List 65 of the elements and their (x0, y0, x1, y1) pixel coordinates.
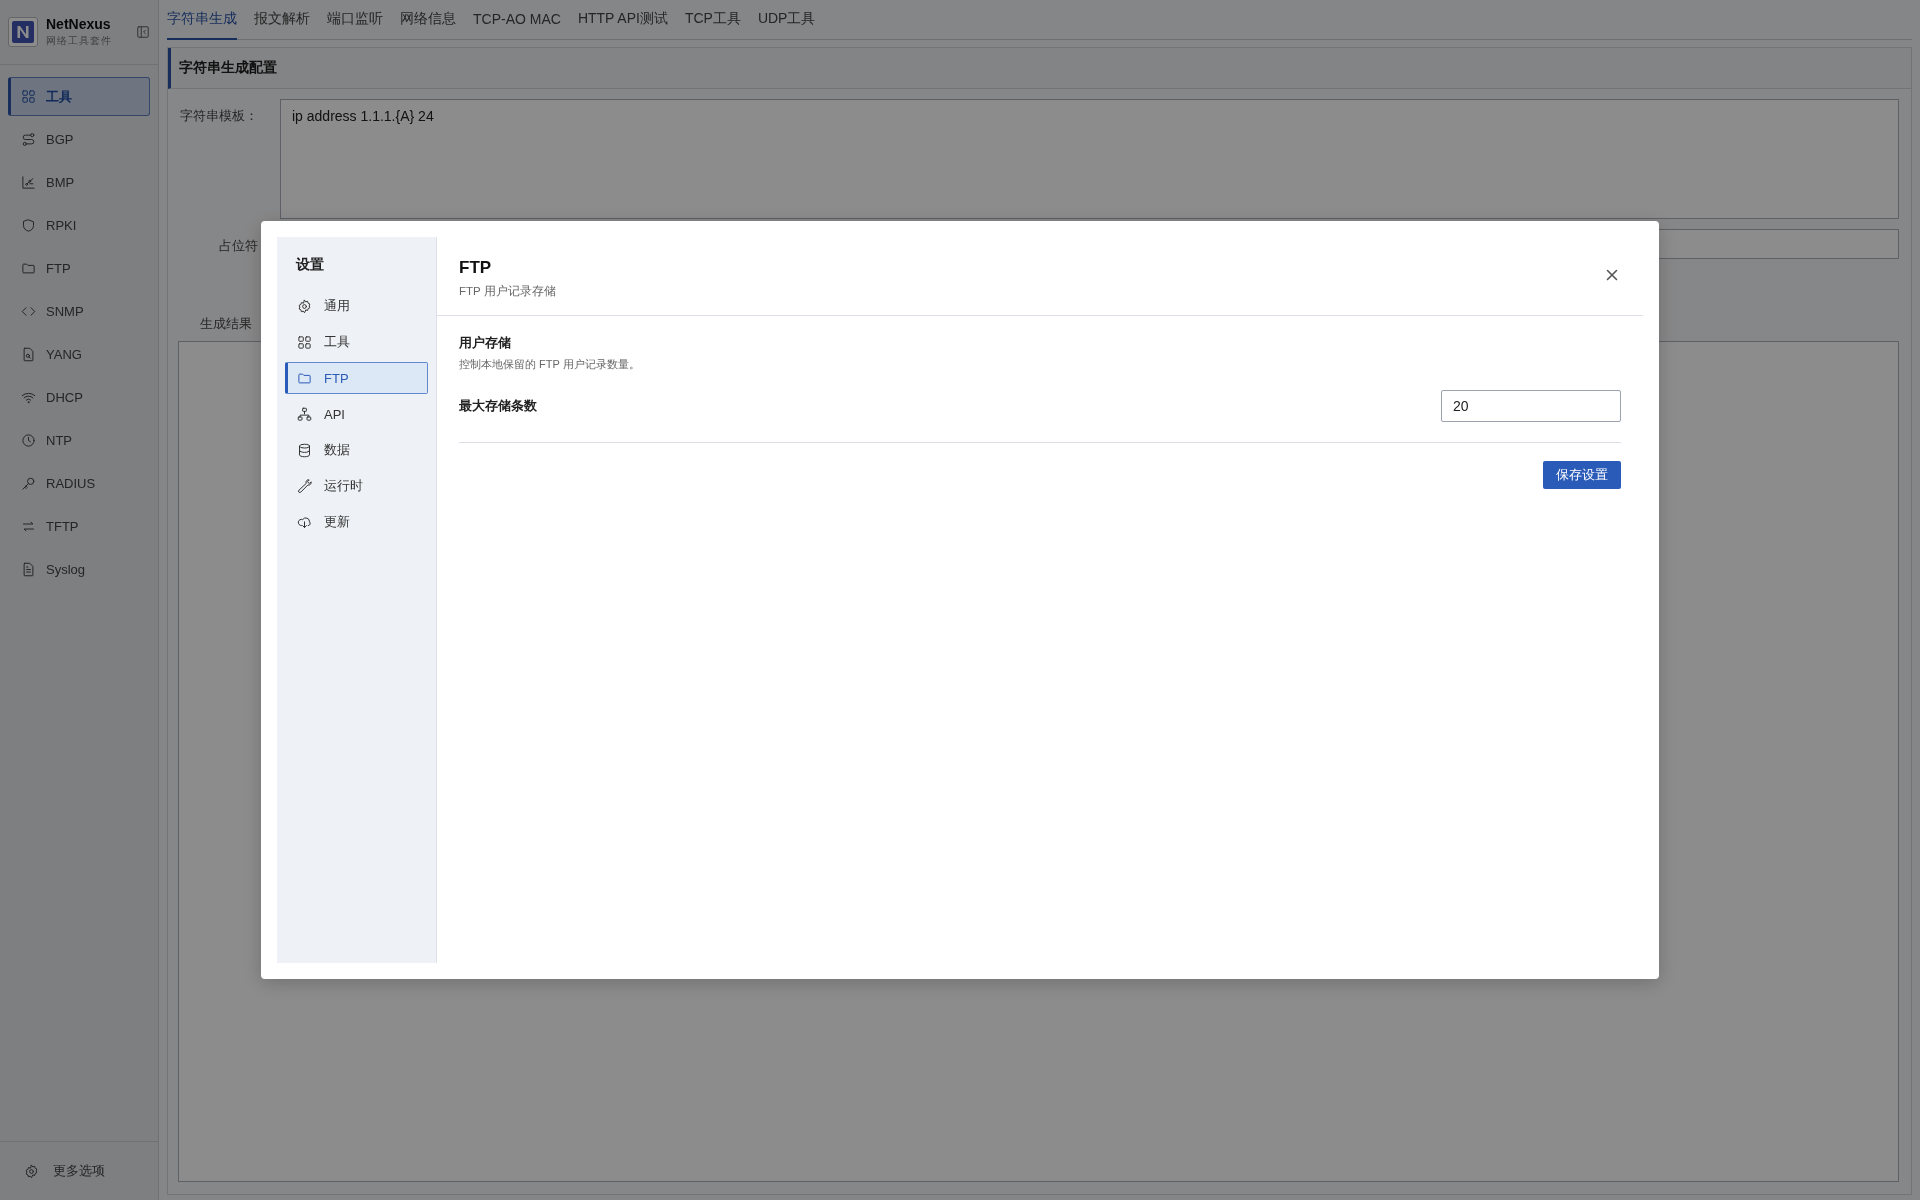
tab[interactable]: TCP-AO MAC (473, 0, 561, 40)
document-icon (21, 562, 36, 577)
settings-nav-item[interactable]: 通用 (285, 290, 428, 322)
clock-icon (21, 433, 36, 448)
grid-icon (21, 89, 36, 104)
field-label: 生成结果 (200, 315, 252, 333)
input-field[interactable]: 20 (1441, 390, 1621, 422)
field-label: 字符串模板： (179, 107, 258, 125)
sidebar-item[interactable]: DHCP (8, 378, 150, 417)
save-button[interactable]: 保存设置 (1543, 461, 1621, 489)
settings-nav-item[interactable]: 工具 (285, 326, 428, 358)
wrench-icon (297, 478, 312, 494)
sidebar-item[interactable]: TFTP (8, 507, 150, 546)
sidebar-item[interactable]: 工具 (8, 77, 150, 116)
wifi-icon (21, 390, 36, 405)
sidebar-item[interactable]: SNMP (8, 292, 150, 331)
settings-nav-item[interactable]: 运行时 (285, 470, 428, 502)
sidebar-item[interactable]: RPKI (8, 206, 150, 245)
section-description: 控制本地保留的 FTP 用户记录数量。 (459, 357, 640, 372)
route-icon (21, 132, 36, 147)
settings-icon (24, 1163, 39, 1179)
settings-nav-item[interactable]: FTP (285, 362, 428, 394)
grid-icon (297, 334, 312, 350)
sidebar-item[interactable]: YANG (8, 335, 150, 374)
panel-title: 字符串生成配置 (168, 48, 1911, 89)
sidebar-item[interactable]: BMP (8, 163, 150, 202)
sidebar-item[interactable]: FTP (8, 249, 150, 288)
code-icon (21, 304, 36, 319)
field-label: 最大存储条数 (459, 397, 537, 415)
sidebar-item[interactable]: BGP (8, 120, 150, 159)
settings-nav-item[interactable]: 数据 (285, 434, 428, 466)
sidebar-item[interactable]: RADIUS (8, 464, 150, 503)
settings-icon (297, 298, 312, 314)
tab[interactable]: 端口监听 (327, 0, 383, 40)
close-icon (1606, 269, 1618, 281)
tab[interactable]: 字符串生成 (167, 0, 237, 40)
key-icon (21, 476, 36, 491)
section-title: 用户存储 (459, 334, 511, 352)
tab[interactable]: 报文解析 (254, 0, 310, 40)
shield-icon (21, 218, 36, 233)
swap-icon (21, 519, 36, 534)
dialog-subtitle: FTP 用户记录存储 (459, 284, 556, 299)
tab[interactable]: HTTP API测试 (577, 0, 668, 40)
tab[interactable]: UDP工具 (757, 0, 816, 40)
folder-icon (21, 261, 36, 276)
sidebar-item[interactable]: NTP (8, 421, 150, 460)
settings-title: 设置 (294, 255, 324, 274)
template-field[interactable]: ip address 1.1.1.{A} 24 (280, 99, 1899, 219)
more-options-item[interactable]: 更多选项 (0, 1141, 158, 1200)
folder-icon (297, 370, 312, 386)
collapse-sidebar-icon[interactable] (136, 25, 150, 39)
dialog-title: FTP (459, 258, 492, 278)
settings-nav-item[interactable]: API (285, 398, 428, 430)
field-label: 占位符 (218, 237, 258, 255)
network-icon (297, 406, 312, 422)
chart-icon (21, 175, 36, 190)
tab[interactable]: TCP工具 (684, 0, 741, 40)
app-logo-icon (11, 20, 35, 44)
app-name: NetNexus (46, 16, 112, 32)
database-icon (297, 442, 312, 458)
settings-nav-item[interactable]: 更新 (285, 506, 428, 538)
sidebar-item[interactable]: Syslog (8, 550, 150, 589)
file-search-icon (21, 347, 36, 362)
tab[interactable]: 网络信息 (400, 0, 456, 40)
cloud-download-icon (297, 514, 312, 530)
